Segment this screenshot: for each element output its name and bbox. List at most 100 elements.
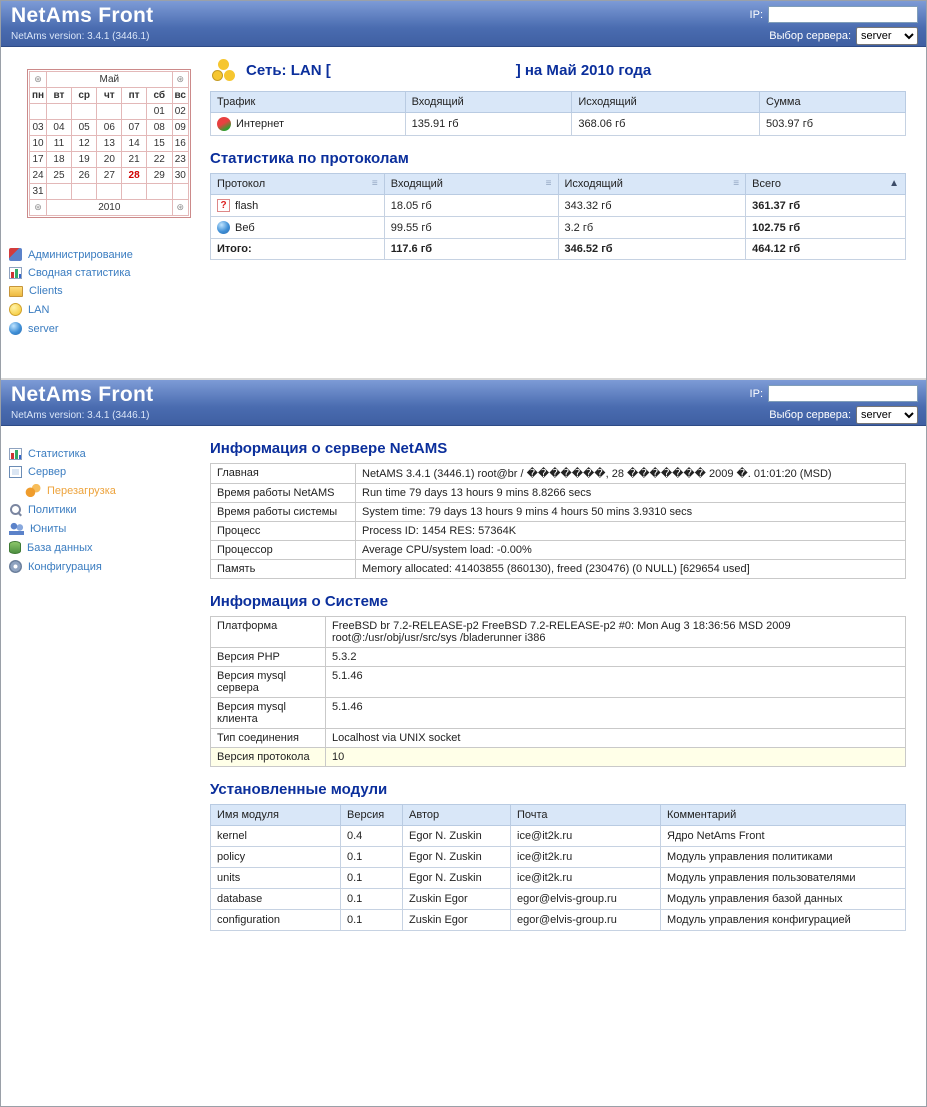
calendar-day[interactable]: 24 [28, 167, 48, 184]
gears-icon [25, 484, 41, 497]
sort-asc-icon[interactable]: ▲ [889, 178, 899, 189]
column-header: Сумма [759, 91, 906, 113]
calendar-day[interactable]: 25 [46, 167, 72, 184]
sidebar-item-restart[interactable]: Перезагрузка [25, 484, 206, 497]
calendar-day[interactable]: 16 [171, 135, 190, 152]
calendar-prev-month-button[interactable]: ⊛ [28, 71, 48, 88]
system-info-heading: Информация о Системе [210, 593, 389, 610]
server-select[interactable]: server [856, 406, 918, 424]
calendar-day[interactable]: 19 [70, 151, 98, 168]
column-header: Исходящий [571, 91, 761, 113]
calendar-day[interactable]: 31 [28, 183, 48, 200]
panel-statistics: NetAms Front NetAms version: 3.4.1 (3446… [1, 1, 926, 378]
column-header: Трафик [210, 91, 406, 113]
table-row: Интернет 135.91 гб 368.06 гб 503.97 гб [210, 112, 906, 136]
table-row: ? flash 18.05 гб 343.32 гб 361.37 гб [210, 194, 906, 217]
calendar-day[interactable]: 21 [121, 151, 147, 168]
sidebar-item-server[interactable]: server [9, 322, 206, 335]
calendar-day[interactable]: 13 [96, 135, 123, 152]
column-header: Имя модуля [210, 804, 341, 826]
calendar-day[interactable]: 26 [70, 167, 98, 184]
ip-input[interactable] [768, 6, 918, 23]
server-select-label: Выбор сервера: [769, 30, 851, 42]
app-header: NetAms Front NetAms version: 3.4.1 (3446… [1, 1, 926, 47]
column-header-sortable[interactable]: ≡ Протокол [210, 173, 385, 195]
dow-label: вт [46, 87, 72, 104]
calendar-prev-year-button[interactable]: ⊛ [28, 199, 48, 216]
calendar-day[interactable]: 11 [46, 135, 72, 152]
info-row: Время работы NetAMS Run time 79 days 13 … [210, 483, 906, 503]
sidebar-item-units[interactable]: Юниты [9, 522, 206, 535]
calendar-day[interactable]: 29 [146, 167, 173, 184]
calendar-next-month-button[interactable]: ⊛ [171, 71, 190, 88]
info-row: Версия mysql сервера 5.1.46 [210, 666, 906, 698]
calendar-day[interactable] [96, 103, 123, 120]
column-header: Комментарий [660, 804, 906, 826]
calendar-day[interactable]: 10 [28, 135, 48, 152]
calendar-day[interactable]: 12 [70, 135, 98, 152]
calendar-day[interactable]: 07 [121, 119, 147, 136]
calendar-day[interactable] [121, 103, 147, 120]
info-value: 5.1.46 [325, 666, 906, 698]
calendar-day[interactable]: 18 [46, 151, 72, 168]
calendar-day[interactable] [46, 103, 72, 120]
calendar-day[interactable] [46, 183, 72, 200]
sort-icon[interactable]: ≡ [733, 178, 739, 189]
calendar-day[interactable]: 23 [171, 151, 190, 168]
calendar-day[interactable] [171, 183, 190, 200]
calendar-day[interactable]: 14 [121, 135, 147, 152]
calendar-day[interactable]: 15 [146, 135, 173, 152]
sidebar-item-summary-statistics[interactable]: Сводная статистика [9, 267, 206, 279]
sidebar-item-policies[interactable]: Политики [9, 503, 206, 516]
calendar-day[interactable]: 30 [171, 167, 190, 184]
calendar-day-selected[interactable]: 28 [121, 167, 147, 184]
sort-icon[interactable]: ≡ [546, 178, 552, 189]
column-header-sorted[interactable]: ▲ Всего [745, 173, 906, 195]
calendar-day[interactable] [70, 103, 98, 120]
column-header-sortable[interactable]: ≡ Входящий [383, 173, 559, 195]
sidebar-top: ⊛ Май ⊛ пн вт ср чт пт сб вс 01 02 03 04… [1, 47, 206, 341]
gear-icon [9, 560, 22, 573]
calendar-day[interactable]: 17 [28, 151, 48, 168]
server-select[interactable]: server [856, 27, 918, 45]
info-label: Процессор [210, 540, 356, 560]
calendar-day[interactable]: 03 [28, 119, 48, 136]
calendar-day[interactable]: 08 [146, 119, 173, 136]
info-label: Версия протокола [210, 747, 326, 767]
page-title: Сеть: LAN [] на Май 2010 года [246, 61, 652, 79]
flash-icon: ? [217, 199, 230, 212]
sidebar-item-clients[interactable]: Clients [9, 285, 206, 297]
info-row: Версия PHP 5.3.2 [210, 647, 906, 667]
calendar-day[interactable] [121, 183, 147, 200]
calendar-day[interactable]: 27 [96, 167, 123, 184]
column-header-sortable[interactable]: ≡ Исходящий [557, 173, 747, 195]
info-label: Тип соединения [210, 728, 326, 748]
info-label: Версия PHP [210, 647, 326, 667]
protocol-name: Веб [235, 221, 255, 234]
calendar-day[interactable] [96, 183, 123, 200]
calendar-day[interactable]: 05 [70, 119, 98, 136]
calendar-day[interactable]: 09 [171, 119, 190, 136]
calendar-day[interactable] [28, 103, 48, 120]
sidebar-item-statistics[interactable]: Статистика [9, 448, 206, 460]
calendar-day[interactable]: 01 [146, 103, 173, 120]
calendar-day[interactable] [146, 183, 173, 200]
calendar-day[interactable]: 06 [96, 119, 123, 136]
people-icon [9, 522, 24, 535]
calendar-day[interactable]: 22 [146, 151, 173, 168]
sidebar-item-lan[interactable]: LAN [9, 303, 206, 316]
calendar-day[interactable]: 02 [171, 103, 190, 120]
info-value: Average CPU/system load: -0.00% [355, 540, 906, 560]
sidebar-item-database[interactable]: База данных [9, 541, 206, 554]
sidebar-item-configuration[interactable]: Конфигурация [9, 560, 206, 573]
calendar-day[interactable]: 04 [46, 119, 72, 136]
ip-input[interactable] [768, 385, 918, 402]
calendar-day[interactable]: 20 [96, 151, 123, 168]
sort-icon[interactable]: ≡ [372, 178, 378, 189]
calendar-day[interactable] [70, 183, 98, 200]
info-label: Время работы системы [210, 502, 356, 522]
sidebar-item-administration[interactable]: Администрирование [9, 248, 206, 261]
calendar-next-year-button[interactable]: ⊛ [171, 199, 190, 216]
traffic-table: Трафик Входящий Исходящий Сумма Интернет… [210, 91, 906, 136]
sidebar-item-server[interactable]: Сервер [9, 466, 206, 478]
